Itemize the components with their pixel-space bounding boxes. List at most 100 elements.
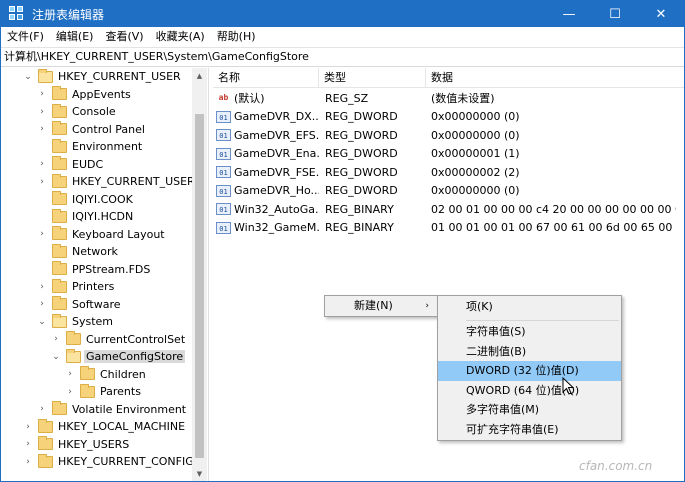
tree-item-software[interactable]: › Software [37, 296, 123, 313]
tree-item-hkey-current-user[interactable]: ⌄ HKEY_CURRENT_USER [23, 68, 183, 85]
tree-item-hkey-users[interactable]: › HKEY_USERS [23, 436, 131, 453]
title-bar: 注册表编辑器 — ☐ ✕ [1, 1, 684, 27]
menu-help[interactable]: 帮助(H) [211, 27, 262, 47]
tree-item-hkey-local-machine[interactable]: › HKEY_LOCAL_MACHINE [23, 418, 187, 435]
binary-value-icon: 01 [216, 147, 231, 160]
collapse-icon[interactable]: ⌄ [23, 72, 33, 82]
column-type[interactable]: 类型 [319, 68, 426, 88]
expand-icon[interactable]: › [37, 177, 47, 187]
tree-item-ppstream-fds[interactable]: PPStream.FDS [37, 261, 152, 278]
tree-item-currentcontrolset[interactable]: › CurrentControlSet [51, 331, 187, 348]
folder-open-icon [66, 348, 81, 363]
address-bar[interactable]: 计算机\HKEY_CURRENT_USER\System\GameConfigS… [1, 47, 684, 67]
tree-item-children[interactable]: › Children [65, 366, 148, 383]
string-value-icon: ab [218, 93, 229, 102]
folder-icon [52, 226, 67, 240]
menu-bar: 文件(F) 编辑(E) 查看(V) 收藏夹(A) 帮助(H) [1, 27, 684, 47]
folder-icon [52, 121, 67, 135]
expand-icon[interactable]: › [37, 282, 47, 292]
menu-item-binary-value[interactable]: 二进制值(B) [438, 342, 621, 362]
tree-item-console[interactable]: › Console [37, 103, 118, 120]
tree-item-iqiyi-hcdn[interactable]: IQIYI.HCDN [37, 208, 135, 225]
expand-icon[interactable]: › [65, 387, 75, 397]
collapse-icon[interactable]: ⌄ [51, 352, 61, 362]
registry-editor-window: 注册表编辑器 — ☐ ✕ 文件(F) 编辑(E) 查看(V) 收藏夹(A) 帮助… [0, 0, 685, 482]
binary-value-icon: 01 [216, 110, 231, 123]
close-button[interactable]: ✕ [638, 1, 684, 27]
folder-icon [52, 86, 67, 100]
pane-splitter[interactable] [208, 68, 212, 481]
tree-item-control-panel[interactable]: › Control Panel [37, 121, 147, 138]
value-row[interactable]: 01 GameDVR_FSE... REG_DWORD 0x00000002 (2… [213, 163, 676, 181]
tree-item-network[interactable]: Network [37, 243, 120, 260]
expand-icon[interactable]: › [65, 369, 75, 379]
expand-icon[interactable]: › [37, 107, 47, 117]
submenu-arrow-icon: › [425, 301, 429, 311]
menu-item-new[interactable]: 新建(N) › [325, 296, 437, 316]
binary-value-icon: 01 [216, 221, 231, 234]
menu-item-multi-string-value[interactable]: 多字符串值(M) [438, 400, 621, 420]
scroll-down-icon[interactable]: ▼ [192, 466, 207, 481]
tree-item-hkey-current-config[interactable]: › HKEY_CURRENT_CONFIG [23, 453, 196, 470]
menu-edit[interactable]: 编辑(E) [50, 27, 100, 47]
minimize-button[interactable]: — [546, 1, 592, 27]
tree-item-appevents[interactable]: › AppEvents [37, 86, 133, 103]
value-row[interactable]: 01 GameDVR_EFS... REG_DWORD 0x00000000 (0… [213, 126, 676, 144]
tree-item-system[interactable]: ⌄ System [37, 313, 115, 330]
value-row[interactable]: 01 GameDVR_Ho... REG_DWORD 0x00000000 (0) [213, 182, 676, 200]
binary-value-icon: 01 [216, 129, 231, 141]
folder-icon [66, 331, 81, 345]
value-row[interactable]: ab (默认) REG_SZ (数值未设置) [213, 89, 676, 107]
folder-icon [38, 453, 53, 468]
mouse-pointer-icon [562, 377, 574, 395]
tree-item-keyboard-layout[interactable]: › Keyboard Layout [37, 226, 167, 243]
folder-icon [52, 156, 67, 170]
folder-icon [52, 138, 67, 153]
menu-file[interactable]: 文件(F) [1, 27, 50, 47]
menu-favorites[interactable]: 收藏夹(A) [150, 27, 211, 47]
folder-icon [52, 401, 67, 415]
context-menu: 新建(N) › [324, 295, 438, 317]
tree-scrollbar[interactable]: ▲ ▼ [192, 68, 207, 481]
folder-icon [80, 366, 95, 380]
expand-icon[interactable]: › [37, 404, 47, 414]
value-row[interactable]: 01 Win32_GameM... REG_BINARY 01 00 01 00 … [213, 219, 676, 237]
list-header: 名称 类型 数据 [213, 68, 684, 88]
expand-icon[interactable]: › [37, 159, 47, 169]
expand-icon[interactable]: › [37, 299, 47, 309]
menu-item-expandable-string-value[interactable]: 可扩充字符串值(E) [438, 420, 621, 440]
menu-view[interactable]: 查看(V) [99, 27, 149, 47]
new-submenu: 项(K) 字符串值(S) 二进制值(B) DWORD (32 位)值(D) QW… [437, 295, 622, 441]
tree-item-gameconfigstore[interactable]: ⌄ GameConfigStore [51, 348, 186, 365]
expand-icon[interactable]: › [23, 422, 33, 432]
expand-icon[interactable]: › [51, 334, 61, 344]
menu-item-key[interactable]: 项(K) [438, 297, 621, 317]
column-name[interactable]: 名称 [213, 68, 319, 88]
tree-item-printers[interactable]: › Printers [37, 278, 116, 295]
tree-item-volatile-environment[interactable]: › Volatile Environment [37, 401, 188, 418]
expand-icon[interactable]: › [37, 89, 47, 99]
tree-item-iqiyi-cook[interactable]: IQIYI.COOK [37, 191, 135, 208]
expand-icon[interactable]: › [23, 457, 33, 467]
expand-icon[interactable]: › [37, 229, 47, 239]
tree-item-eudc[interactable]: › EUDC [37, 156, 105, 173]
value-row[interactable]: 01 GameDVR_Ena... REG_DWORD 0x00000001 (1… [213, 145, 676, 163]
scrollbar-thumb[interactable] [195, 114, 204, 458]
folder-icon [52, 173, 67, 188]
folder-icon [52, 296, 67, 310]
expand-icon[interactable]: › [37, 124, 47, 134]
collapse-icon[interactable]: ⌄ [37, 317, 47, 327]
maximize-button[interactable]: ☐ [592, 1, 638, 27]
scroll-up-icon[interactable]: ▲ [192, 68, 207, 83]
menu-item-dword-value[interactable]: DWORD (32 位)值(D) [438, 361, 621, 381]
menu-item-qword-value[interactable]: QWORD (64 位)值(Q) [438, 381, 621, 401]
tree-item-parents[interactable]: › Parents [65, 383, 143, 400]
value-row[interactable]: 01 GameDVR_DX... REG_DWORD 0x00000000 (0) [213, 108, 676, 126]
expand-icon[interactable]: › [23, 439, 33, 449]
menu-item-string-value[interactable]: 字符串值(S) [438, 322, 621, 342]
column-data[interactable]: 数据 [426, 68, 684, 88]
tree-item-hkey-current-user-2[interactable]: › HKEY_CURRENT_USER [37, 173, 197, 190]
value-row[interactable]: 01 Win32_AutoGa... REG_BINARY 02 00 01 00… [213, 200, 676, 218]
registry-editor-icon [9, 6, 25, 22]
tree-item-environment[interactable]: Environment [37, 138, 144, 155]
